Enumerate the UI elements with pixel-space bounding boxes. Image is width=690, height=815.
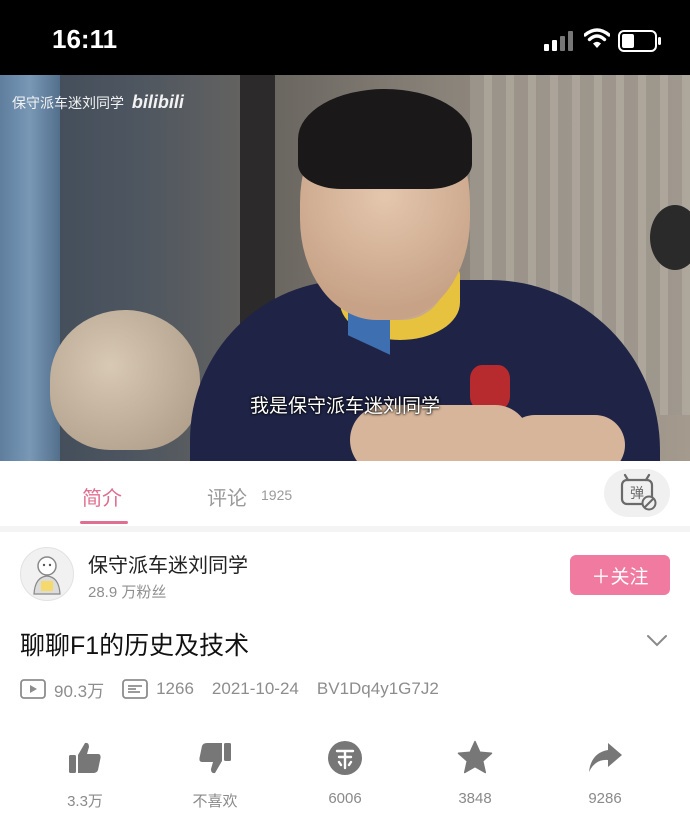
video-stats: 90.3万 1266 2021-10-24 BV1Dq4y1G7J2: [20, 676, 457, 702]
follower-count: 28.9 万粉丝: [88, 584, 167, 601]
danmaku-count: 1266: [156, 679, 194, 698]
share-icon: [589, 743, 622, 772]
section-separator: [0, 526, 690, 532]
danmaku-icon-text: 弹: [630, 485, 644, 501]
publish-date: 2021-10-24: [211, 679, 299, 698]
bvid: BV1Dq4y1G7J2: [316, 679, 439, 698]
signal-icon: [544, 31, 573, 51]
tab-bar: 简介 评论 1925 弹: [0, 461, 690, 526]
tab-comments[interactable]: 评论: [207, 482, 247, 511]
watermark-logo: bilibili: [131, 92, 184, 112]
avatar-image: [33, 556, 61, 595]
play-count-icon: [20, 679, 46, 699]
coin-count: 6006: [328, 790, 362, 807]
tab-active-indicator: [80, 521, 128, 524]
wifi-icon: [584, 28, 610, 48]
danmaku-count-icon: [122, 679, 148, 699]
share-count: 9286: [588, 790, 622, 807]
danmaku-toggle-icon: 弹: [620, 473, 657, 511]
dislike-label: 不喜欢: [192, 793, 238, 810]
chevron-down-icon[interactable]: [646, 634, 668, 648]
battery-icon: [618, 30, 661, 52]
follow-button[interactable]: ＋关注: [570, 555, 670, 595]
coin-button[interactable]: 6006: [295, 740, 395, 807]
tab-comments-count: 1925: [261, 487, 293, 503]
video-scene-hair: [298, 89, 472, 189]
dislike-button[interactable]: 不喜欢: [165, 740, 265, 811]
dislike-icon: [199, 743, 231, 774]
status-bar: 16:11: [0, 0, 690, 75]
like-count: 3.3万: [67, 793, 103, 810]
like-button[interactable]: 3.3万: [35, 740, 135, 811]
view-count-stat: 90.3万: [20, 677, 104, 702]
danmaku-toggle-button[interactable]: 弹: [604, 469, 670, 517]
coin-icon: [328, 741, 362, 775]
video-scene-hand-right: [505, 415, 625, 461]
star-icon: [457, 740, 493, 774]
tab-intro[interactable]: 简介: [82, 482, 122, 511]
video-player[interactable]: 保守派车迷刘同学 bilibili 我是保守派车迷刘同学: [0, 75, 690, 461]
like-icon: [69, 742, 101, 773]
watermark-channel: 保守派车迷刘同学: [12, 95, 124, 111]
share-button[interactable]: 9286: [555, 740, 655, 807]
danmaku-count-stat: 1266: [122, 679, 194, 699]
video-watermark: 保守派车迷刘同学 bilibili: [12, 92, 184, 113]
avatar[interactable]: [20, 547, 74, 601]
status-time: 16:11: [52, 24, 118, 54]
favorite-button[interactable]: 3848: [425, 740, 525, 807]
video-title: 聊聊F1的历史及技术: [20, 632, 250, 660]
view-count: 90.3万: [54, 681, 105, 701]
video-scene-teddy-bear: [50, 310, 200, 450]
video-subtitle: 我是保守派车迷刘同学: [249, 396, 440, 417]
favorite-count: 3848: [458, 790, 492, 807]
author-name[interactable]: 保守派车迷刘同学: [88, 549, 248, 578]
